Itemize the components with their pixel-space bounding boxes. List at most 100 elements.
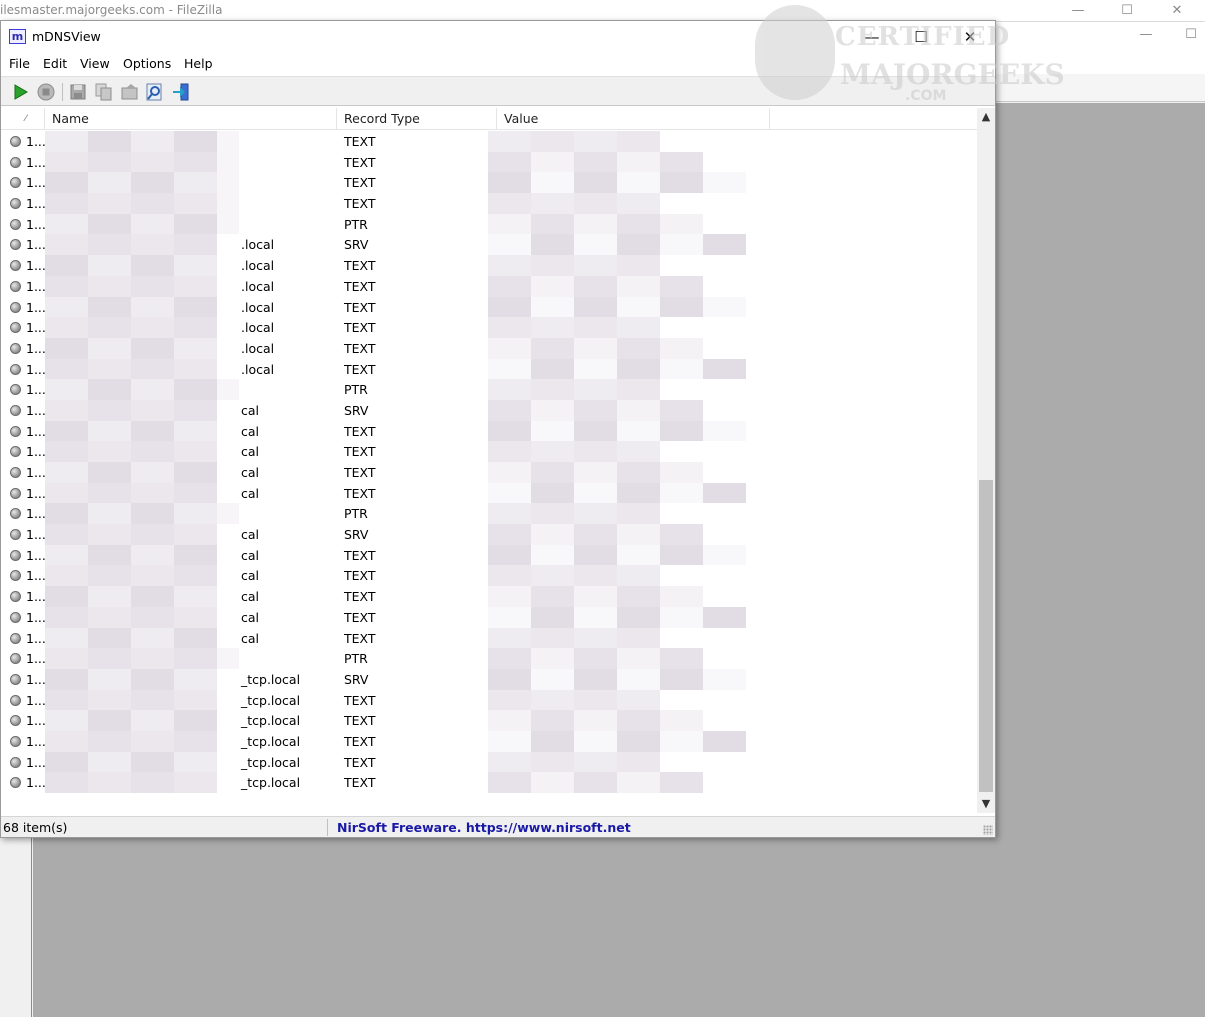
table-row[interactable]: 1... TEXT: [1, 193, 977, 214]
item-count: 68 item(s): [3, 820, 68, 835]
copy-icon[interactable]: [93, 81, 115, 103]
scroll-up-icon[interactable]: ▲: [977, 108, 995, 126]
row-record-type: TEXT: [344, 258, 376, 274]
vertical-scrollbar[interactable]: ▲ ▼: [977, 108, 995, 813]
nirsoft-link[interactable]: NirSoft Freeware. https://www.nirsoft.ne…: [337, 820, 631, 835]
table-row[interactable]: 1... cal TEXT: [1, 586, 977, 607]
close-button[interactable]: ✕: [947, 21, 993, 53]
row-record-type: TEXT: [344, 465, 376, 480]
row-record-type: TEXT: [344, 175, 376, 191]
background-inner-minimize-icon[interactable]: —: [1126, 26, 1166, 44]
table-row[interactable]: 1... _tcp.local TEXT: [1, 710, 977, 731]
row-index: 1...: [26, 299, 46, 315]
status-separator: [327, 819, 328, 836]
find-icon[interactable]: [144, 81, 166, 103]
row-index: 1...: [26, 547, 46, 563]
record-status-icon: [10, 198, 21, 210]
table-row[interactable]: 1... .local TEXT: [1, 358, 977, 380]
records-list[interactable]: ⁄ Name Record Type Value 1... TEXT 1... TEX…: [1, 108, 995, 813]
table-row[interactable]: 1... _tcp.local TEXT: [1, 689, 977, 711]
row-name: .local: [241, 320, 275, 336]
table-row[interactable]: 1... .local TEXT: [1, 296, 977, 318]
row-record-type: PTR: [344, 382, 368, 398]
background-panel: [996, 103, 1205, 1017]
start-icon[interactable]: [9, 81, 31, 103]
table-row[interactable]: 1... cal TEXT: [1, 544, 977, 566]
background-close-icon[interactable]: ✕: [1157, 2, 1197, 20]
scroll-down-icon[interactable]: ▼: [977, 795, 995, 813]
record-status-icon: [10, 632, 21, 644]
row-name: _tcp.local: [241, 775, 301, 791]
table-row[interactable]: 1... cal TEXT: [1, 482, 977, 504]
background-maximize-icon[interactable]: ☐: [1107, 2, 1147, 20]
table-row[interactable]: 1... .local TEXT: [1, 337, 977, 359]
background-minimize-icon[interactable]: —: [1058, 2, 1098, 20]
minimize-button[interactable]: —: [849, 21, 895, 53]
table-row[interactable]: 1... .local TEXT: [1, 275, 977, 297]
record-status-icon: [10, 487, 21, 499]
row-name: cal: [241, 444, 260, 460]
table-row[interactable]: 1... cal TEXT: [1, 462, 977, 483]
menu-options[interactable]: Options: [123, 56, 171, 71]
row-index: 1...: [26, 506, 46, 522]
table-row[interactable]: 1... PTR: [1, 503, 977, 525]
table-row[interactable]: 1... cal TEXT: [1, 627, 977, 649]
column-header-value[interactable]: Value: [497, 108, 770, 130]
properties-icon[interactable]: [119, 81, 141, 103]
row-record-type: TEXT: [344, 423, 376, 439]
record-status-icon: [10, 529, 21, 541]
table-row[interactable]: 1... cal TEXT: [1, 606, 977, 628]
table-row[interactable]: 1... _tcp.local TEXT: [1, 751, 977, 773]
table-row[interactable]: 1... PTR: [1, 379, 977, 400]
table-row[interactable]: 1... _tcp.local TEXT: [1, 772, 977, 793]
row-index: 1...: [26, 630, 46, 646]
row-record-type: TEXT: [344, 775, 376, 791]
background-inner-maximize-icon[interactable]: ☐: [1171, 26, 1205, 44]
row-index: 1...: [26, 216, 46, 232]
row-index: 1...: [26, 527, 46, 543]
row-name: cal: [241, 609, 260, 625]
table-row[interactable]: 1... cal SRV: [1, 524, 977, 545]
scrollbar-thumb[interactable]: [979, 480, 993, 792]
table-row[interactable]: 1... _tcp.local TEXT: [1, 730, 977, 752]
menu-file[interactable]: File: [9, 56, 30, 71]
row-index: 1...: [26, 320, 46, 336]
record-status-icon: [10, 715, 21, 727]
record-status-icon: [10, 363, 21, 375]
maximize-button[interactable]: ☐: [898, 21, 944, 53]
table-row[interactable]: 1... PTR: [1, 648, 977, 669]
menu-edit[interactable]: Edit: [43, 56, 67, 71]
exit-icon[interactable]: [170, 81, 192, 103]
table-row[interactable]: 1... cal TEXT: [1, 565, 977, 587]
table-row[interactable]: 1... .local TEXT: [1, 255, 977, 276]
stop-icon[interactable]: [35, 81, 57, 103]
list-header: ⁄ Name Record Type Value: [1, 108, 977, 130]
row-record-type: TEXT: [344, 754, 376, 770]
save-icon[interactable]: [67, 81, 89, 103]
column-header-index[interactable]: ⁄: [1, 108, 45, 130]
row-index: 1...: [26, 278, 46, 294]
row-index: 1...: [26, 651, 46, 667]
column-header-record-type[interactable]: Record Type: [337, 108, 497, 130]
row-record-type: TEXT: [344, 299, 376, 315]
table-row[interactable]: 1... TEXT: [1, 151, 977, 173]
table-row[interactable]: 1... cal TEXT: [1, 420, 977, 442]
column-header-name[interactable]: Name: [45, 108, 337, 130]
table-row[interactable]: 1... .local TEXT: [1, 317, 977, 338]
menu-view[interactable]: View: [80, 56, 110, 71]
row-index: 1...: [26, 154, 46, 170]
table-row[interactable]: 1... .local SRV: [1, 234, 977, 256]
table-row[interactable]: 1... cal SRV: [1, 399, 977, 421]
row-name: cal: [241, 547, 260, 563]
row-record-type: TEXT: [344, 568, 376, 584]
table-row[interactable]: 1... TEXT: [1, 172, 977, 194]
row-record-type: TEXT: [344, 630, 376, 646]
row-record-type: TEXT: [344, 589, 376, 605]
resize-grip-icon[interactable]: [983, 825, 993, 835]
table-row[interactable]: 1... _tcp.local SRV: [1, 668, 977, 690]
table-row[interactable]: 1... cal TEXT: [1, 441, 977, 462]
menu-help[interactable]: Help: [184, 56, 213, 71]
row-name: _tcp.local: [241, 713, 301, 729]
table-row[interactable]: 1... TEXT: [1, 131, 977, 152]
table-row[interactable]: 1... PTR: [1, 213, 977, 235]
